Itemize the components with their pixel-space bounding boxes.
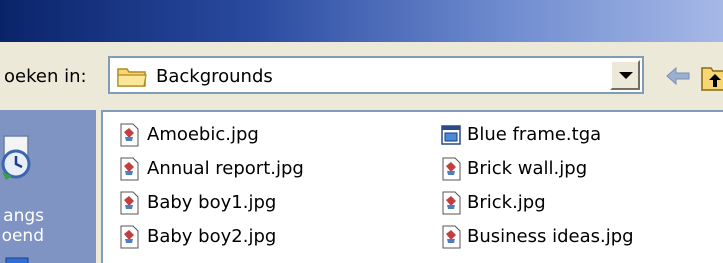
look-in-combobox[interactable]: Backgrounds: [108, 56, 644, 94]
file-list[interactable]: Amoebic.jpg Annual report.jpg Baby boy1.…: [101, 110, 723, 263]
file-name: Annual report.jpg: [147, 158, 304, 179]
recent-label-line1: angs: [3, 206, 44, 226]
jpg-image-icon: [442, 191, 461, 215]
chevron-down-icon: [619, 72, 633, 79]
dropdown-button[interactable]: [610, 60, 640, 90]
jpg-image-icon: [442, 225, 461, 249]
back-arrow-icon[interactable]: [664, 64, 692, 88]
file-name: Business ideas.jpg: [467, 226, 634, 247]
file-name: Blue frame.tga: [467, 124, 602, 145]
up-one-level-icon[interactable]: [700, 60, 723, 92]
file-name: Amoebic.jpg: [147, 124, 259, 145]
window-title: [0, 0, 230, 14]
recent-label-line2: oend: [1, 226, 44, 246]
recent-documents-icon[interactable]: [0, 132, 40, 182]
file-name: Brick wall.jpg: [467, 158, 588, 179]
jpg-image-icon: [442, 157, 461, 181]
current-folder-name: Backgrounds: [156, 66, 273, 87]
jpg-image-icon: [120, 123, 139, 147]
jpg-image-icon: [120, 225, 139, 249]
file-name: Brick.jpg: [467, 192, 546, 213]
title-bar: [0, 0, 723, 42]
file-name: Baby boy2.jpg: [147, 226, 277, 247]
places-bar: angs oend: [0, 110, 96, 263]
jpg-image-icon: [120, 157, 139, 181]
jpg-image-icon: [120, 191, 139, 215]
recent-documents-label[interactable]: angs oend: [0, 206, 44, 246]
look-in-label: oeken in:: [4, 66, 87, 87]
folder-icon: [117, 68, 147, 87]
tga-image-icon: [441, 125, 461, 145]
desktop-icon[interactable]: [2, 256, 32, 263]
file-name: Baby boy1.jpg: [147, 192, 277, 213]
